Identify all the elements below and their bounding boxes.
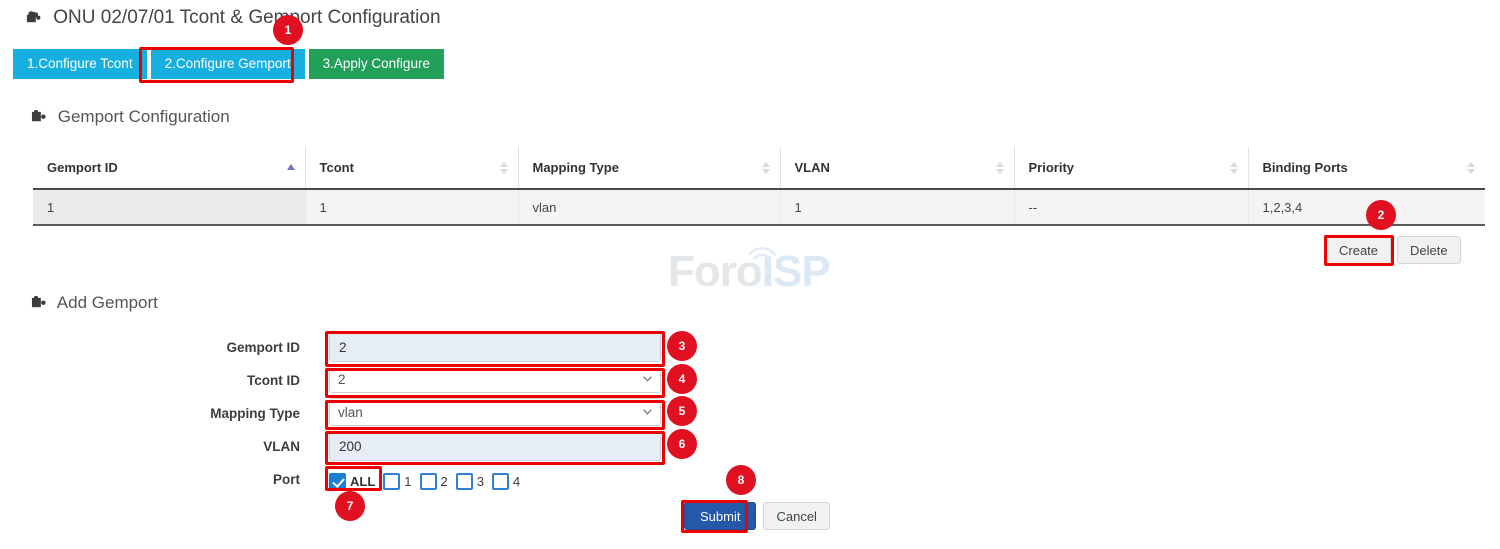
mapping-type-select[interactable]: vlan — [329, 398, 661, 426]
form-row-mapping-type: Mapping Type vlan — [0, 398, 1500, 430]
port-checkbox-group: ALL 1 2 3 4 — [329, 469, 528, 493]
puzzle-piece-icon — [31, 296, 46, 310]
checkbox-4-label: 4 — [513, 474, 520, 489]
tcont-id-select-wrapper: 2 — [329, 365, 661, 393]
delete-button[interactable]: Delete — [1397, 236, 1461, 264]
table-header-row: Gemport ID Tcont Mapping Type — [33, 147, 1485, 189]
label-gemport-id: Gemport ID — [0, 332, 300, 364]
form-row-port: Port ALL 1 2 3 — [0, 464, 1500, 494]
checkbox-3-label: 3 — [477, 474, 484, 489]
sort-unsorted-icon — [995, 161, 1005, 175]
checkbox-2-box[interactable] — [420, 473, 437, 490]
cancel-button[interactable]: Cancel — [763, 502, 829, 530]
checkbox-1-label: 1 — [404, 474, 411, 489]
step-tabbar: 1.Configure Tcont 2.Configure Gemport 3.… — [13, 49, 444, 79]
column-header-binding-ports[interactable]: Binding Ports — [1248, 147, 1485, 189]
section-header-add-gemport: Add Gemport — [31, 293, 158, 313]
control-tcont-id: 2 — [329, 365, 661, 393]
label-mapping-type: Mapping Type — [0, 398, 300, 430]
column-header-vlan[interactable]: VLAN — [780, 147, 1014, 189]
wifi-signal-icon — [745, 243, 779, 263]
column-header-tcont[interactable]: Tcont — [305, 147, 518, 189]
cell-vlan: 1 — [780, 189, 1014, 225]
vlan-input[interactable] — [329, 431, 661, 461]
port-checkbox-all[interactable]: ALL — [329, 473, 375, 490]
annotation-badge-7: 7 — [335, 491, 365, 521]
tab-apply-configure[interactable]: 3.Apply Configure — [309, 49, 444, 79]
gemport-table-body: 1 1 vlan 1 -- 1,2,3,4 — [33, 189, 1485, 225]
port-checkbox-3[interactable]: 3 — [456, 473, 484, 490]
section-title-text: Gemport Configuration — [58, 107, 230, 126]
mapping-type-select-wrapper: vlan — [329, 398, 661, 426]
page-title: ONU 02/07/01 Tcont & Gemport Configurati… — [26, 7, 441, 29]
table-row[interactable]: 1 1 vlan 1 -- 1,2,3,4 — [33, 189, 1485, 225]
port-checkbox-1[interactable]: 1 — [383, 473, 411, 490]
checkbox-all-box[interactable] — [329, 473, 346, 490]
sort-unsorted-icon — [1466, 161, 1476, 175]
create-button[interactable]: Create — [1326, 236, 1391, 264]
cell-binding-ports: 1,2,3,4 — [1248, 189, 1485, 225]
checkbox-all-label: ALL — [350, 474, 375, 489]
checkbox-3-box[interactable] — [456, 473, 473, 490]
control-vlan — [329, 431, 661, 461]
form-action-buttons: Submit Cancel — [684, 502, 830, 530]
puzzle-piece-icon — [31, 110, 46, 124]
sort-ascending-icon — [286, 161, 296, 175]
section-header-gemport-configuration: Gemport Configuration — [31, 107, 230, 127]
checkbox-2-label: 2 — [441, 474, 448, 489]
cell-mapping-type: vlan — [518, 189, 780, 225]
column-label: Mapping Type — [533, 160, 619, 175]
column-label: VLAN — [795, 160, 830, 175]
sort-unsorted-icon — [499, 161, 509, 175]
label-port: Port — [0, 464, 300, 496]
cell-priority: -- — [1014, 189, 1248, 225]
port-checkbox-4[interactable]: 4 — [492, 473, 520, 490]
sort-unsorted-icon — [1229, 161, 1239, 175]
cell-gemport-id: 1 — [33, 189, 305, 225]
form-row-tcont-id: Tcont ID 2 — [0, 365, 1500, 397]
gemport-table: Gemport ID Tcont Mapping Type — [33, 147, 1485, 226]
submit-button[interactable]: Submit — [684, 502, 756, 530]
puzzle-piece-icon — [26, 11, 41, 25]
control-mapping-type: vlan — [329, 398, 661, 426]
checkbox-4-box[interactable] — [492, 473, 509, 490]
column-label: Tcont — [320, 160, 354, 175]
gemport-table-container: Gemport ID Tcont Mapping Type — [33, 147, 1485, 226]
gemport-table-head: Gemport ID Tcont Mapping Type — [33, 147, 1485, 189]
form-row-gemport-id: Gemport ID — [0, 332, 1500, 364]
label-tcont-id: Tcont ID — [0, 365, 300, 397]
column-label: Binding Ports — [1263, 160, 1348, 175]
tcont-id-select[interactable]: 2 — [329, 365, 661, 393]
tab-configure-tcont[interactable]: 1.Configure Tcont — [13, 49, 147, 79]
cell-tcont: 1 — [305, 189, 518, 225]
column-label: Priority — [1029, 160, 1075, 175]
port-checkbox-2[interactable]: 2 — [420, 473, 448, 490]
column-header-mapping-type[interactable]: Mapping Type — [518, 147, 780, 189]
column-header-priority[interactable]: Priority — [1014, 147, 1248, 189]
table-action-buttons: Create Delete — [1326, 236, 1461, 264]
column-label: Gemport ID — [47, 160, 118, 175]
column-header-gemport-id[interactable]: Gemport ID — [33, 147, 305, 189]
gemport-id-input[interactable] — [329, 332, 661, 362]
form-row-vlan: VLAN — [0, 431, 1500, 463]
page-title-text: ONU 02/07/01 Tcont & Gemport Configurati… — [53, 7, 440, 28]
tab-configure-gemport[interactable]: 2.Configure Gemport — [151, 49, 305, 79]
sort-unsorted-icon — [761, 161, 771, 175]
add-gemport-form: Gemport ID Tcont ID 2 Mapping Type — [0, 332, 1500, 495]
checkbox-1-box[interactable] — [383, 473, 400, 490]
control-gemport-id — [329, 332, 661, 362]
onu-gemport-configuration-page: ForoISP ONU 02/07/01 Tcont & Gemport Con… — [0, 0, 1500, 549]
section-title-text: Add Gemport — [57, 293, 158, 312]
label-vlan: VLAN — [0, 431, 300, 463]
